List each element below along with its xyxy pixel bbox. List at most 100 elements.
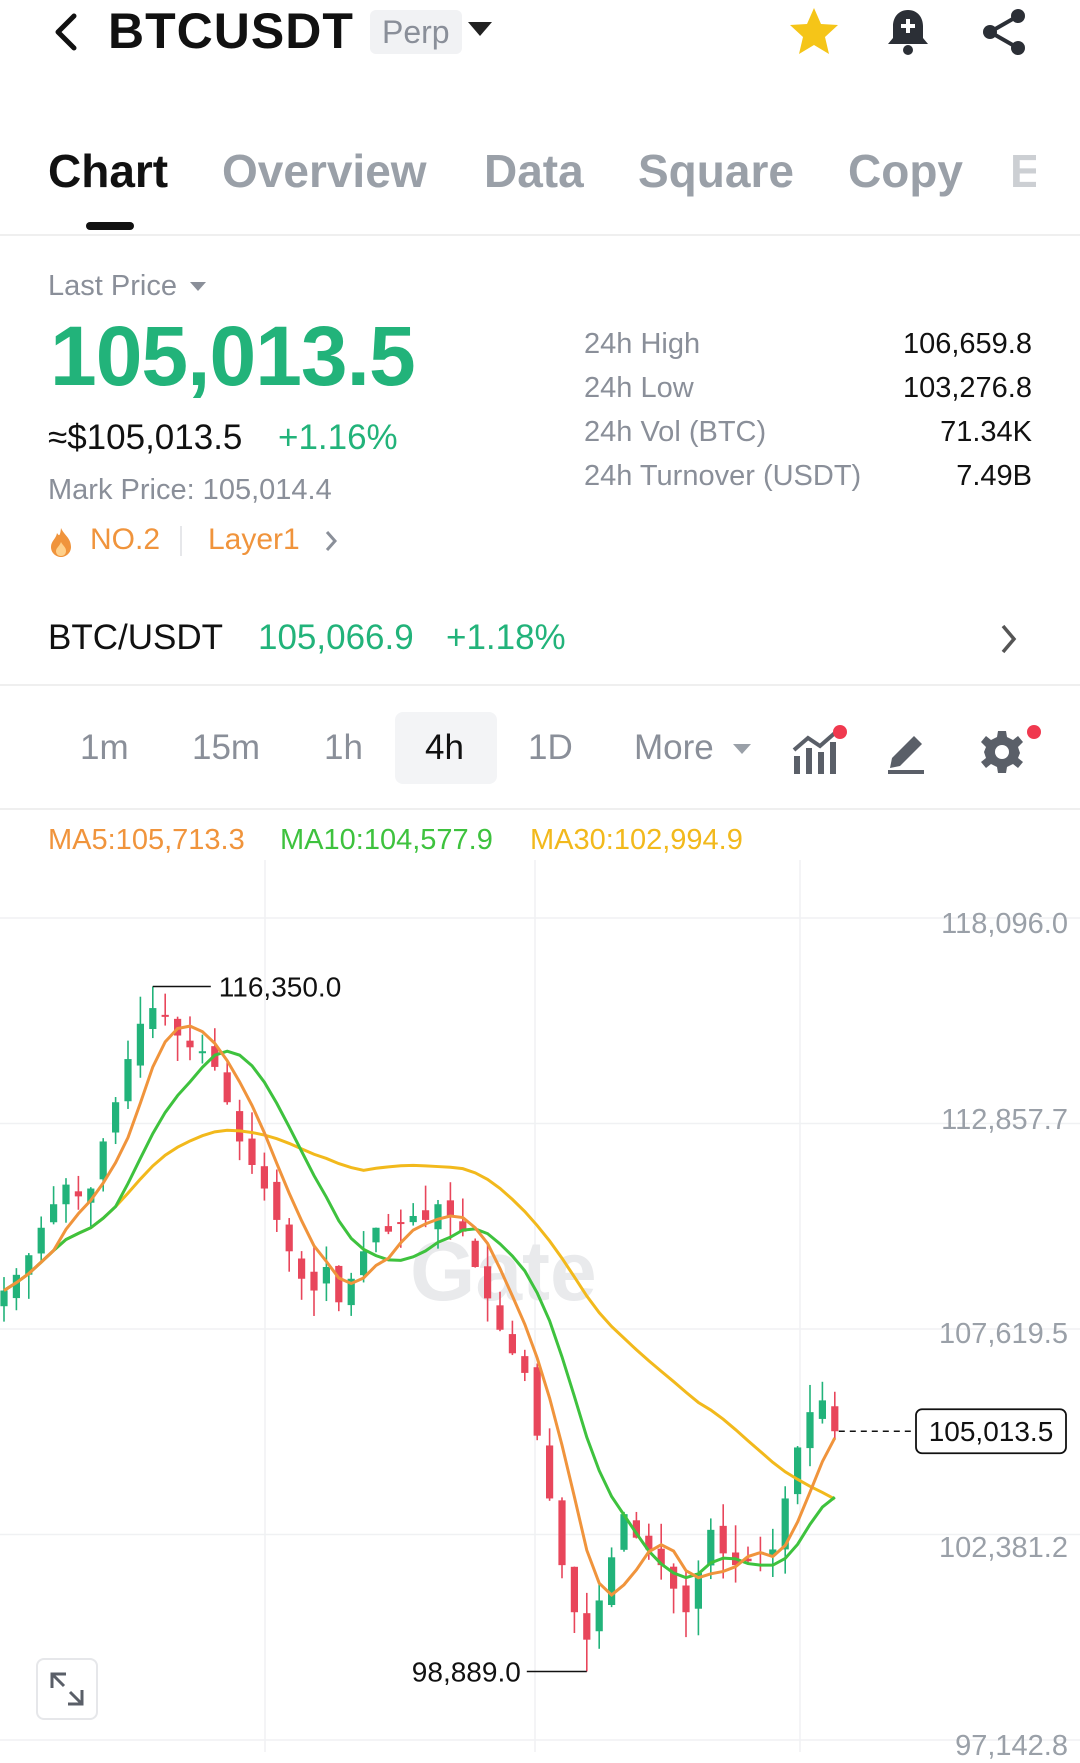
interval-1m[interactable]: 1m [80, 728, 129, 768]
candle-body [62, 1184, 70, 1205]
candle-body [397, 1222, 405, 1225]
symbol-title[interactable]: BTCUSDT [108, 2, 354, 60]
stat-value: 7.49B [956, 460, 1032, 492]
interval-1d[interactable]: 1D [528, 728, 573, 768]
candle-body [273, 1181, 281, 1220]
last-price-value: 105,013.5 [50, 309, 416, 403]
mark-price: Mark Price: 105,014.4 [48, 474, 332, 506]
candle-body [372, 1227, 380, 1243]
candle-body [806, 1412, 814, 1449]
y-tick-label: 112,857.7 [941, 1104, 1068, 1136]
caret-down-icon[interactable] [733, 744, 751, 754]
candle-body [583, 1613, 591, 1640]
candle-body [298, 1258, 306, 1279]
candle-body [99, 1141, 107, 1180]
tag-divider [180, 526, 182, 556]
interval-1h[interactable]: 1h [324, 728, 363, 768]
candle-body [595, 1600, 603, 1632]
candle-body [112, 1102, 120, 1133]
tab-data[interactable]: Data [484, 144, 584, 198]
ma10-label: MA10:104,577.9 [280, 824, 493, 856]
interval-more[interactable]: More [634, 728, 714, 768]
candle-body [198, 1051, 206, 1054]
candle-body [409, 1215, 417, 1223]
settings-gear-icon[interactable] [980, 722, 1044, 778]
interval-15m[interactable]: 15m [192, 728, 260, 768]
stat-value: 106,659.8 [902, 328, 1032, 360]
stat-value: 103,276.8 [902, 372, 1032, 404]
stat-value: 71.34K [940, 416, 1032, 448]
caret-down-icon[interactable] [468, 22, 492, 36]
change-percent: +1.16% [278, 418, 398, 457]
candle-body [707, 1529, 715, 1566]
high-price-label: 116,350.0 [219, 971, 341, 1002]
candle-body [186, 1040, 194, 1048]
back-arrow-icon[interactable] [48, 10, 84, 54]
fire-icon [51, 528, 71, 557]
expand-icon [50, 1672, 84, 1706]
y-tick-label: 102,381.2 [938, 1532, 1068, 1564]
active-tab-indicator [86, 222, 134, 230]
candle-body [818, 1400, 826, 1419]
spot-pair-row[interactable]: BTC/USDT 105,066.9 +1.18% [0, 600, 1080, 686]
candle-body [570, 1566, 578, 1613]
spot-pair-label: BTC/USDT [48, 618, 223, 657]
y-tick-label: 97,142.8 [955, 1730, 1068, 1762]
last-price-label[interactable]: Last Price [48, 270, 177, 303]
contract-type-badge: Perp [370, 10, 462, 54]
candle-body [434, 1204, 442, 1230]
interval-bar: 1m 15m 1h 4h 1D More [0, 700, 1080, 810]
bell-plus-icon[interactable] [880, 4, 936, 60]
category-tag[interactable]: Layer1 [208, 523, 300, 557]
candle-body [608, 1557, 616, 1606]
candle-body [124, 1059, 132, 1102]
chevron-right-icon[interactable] [322, 528, 340, 554]
candle-body [794, 1447, 802, 1495]
rank-tag[interactable]: NO.2 [90, 523, 160, 557]
candlestick-chart[interactable]: Gate116,350.098,889.0105,013.5 [0, 860, 1080, 1752]
candle-body [260, 1166, 268, 1189]
candle-body [682, 1585, 690, 1613]
chevron-right-icon[interactable] [998, 622, 1020, 656]
tab-square[interactable]: Square [638, 144, 794, 198]
stat-label: 24h High [584, 328, 701, 360]
top-bar: BTCUSDT Perp [0, 0, 1080, 70]
price-chart[interactable]: Gate 116,350.0 98,889.0 105,013.5 118,096.0… [0, 860, 1080, 1762]
tab-chart[interactable]: Chart [48, 144, 168, 198]
candle-body [12, 1274, 20, 1299]
share-icon[interactable] [976, 4, 1032, 60]
candle-body [831, 1406, 839, 1432]
usd-equivalent: ≈$105,013.5 [48, 418, 243, 457]
expand-chart-button[interactable] [36, 1658, 98, 1720]
candle-body [422, 1210, 430, 1220]
candle-body [149, 1008, 157, 1030]
interval-4h[interactable]: 4h [425, 728, 464, 768]
stat-label: 24h Low [584, 372, 694, 404]
spot-price: 105,066.9 [258, 618, 414, 657]
candle-body [558, 1500, 566, 1566]
candle-body [223, 1072, 231, 1103]
candle-body [161, 1014, 169, 1017]
candle-body [360, 1251, 368, 1276]
candle-body [322, 1266, 330, 1284]
candle-body [335, 1265, 343, 1303]
tab-overview[interactable]: Overview [222, 144, 427, 198]
candle-body [546, 1445, 554, 1499]
candle-body [484, 1266, 492, 1299]
ma5-label: MA5:105,713.3 [48, 824, 245, 856]
indicator-icon[interactable] [790, 722, 850, 778]
candle-body [37, 1227, 45, 1254]
stat-label: 24h Turnover (USDT) [584, 460, 862, 492]
candle-body [521, 1356, 529, 1373]
stat-label: 24h Vol (BTC) [584, 416, 767, 448]
tab-e[interactable]: E [1010, 144, 1036, 198]
candle-body [496, 1305, 504, 1330]
candle-body [136, 1023, 144, 1066]
star-icon[interactable] [786, 4, 842, 60]
spot-change: +1.18% [446, 618, 566, 657]
candle-body [310, 1271, 318, 1291]
last-price-caret-icon[interactable] [190, 282, 206, 291]
draw-pen-icon[interactable] [884, 726, 928, 774]
tab-copy[interactable]: Copy [848, 144, 963, 198]
y-tick-label: 118,096.0 [941, 908, 1068, 940]
